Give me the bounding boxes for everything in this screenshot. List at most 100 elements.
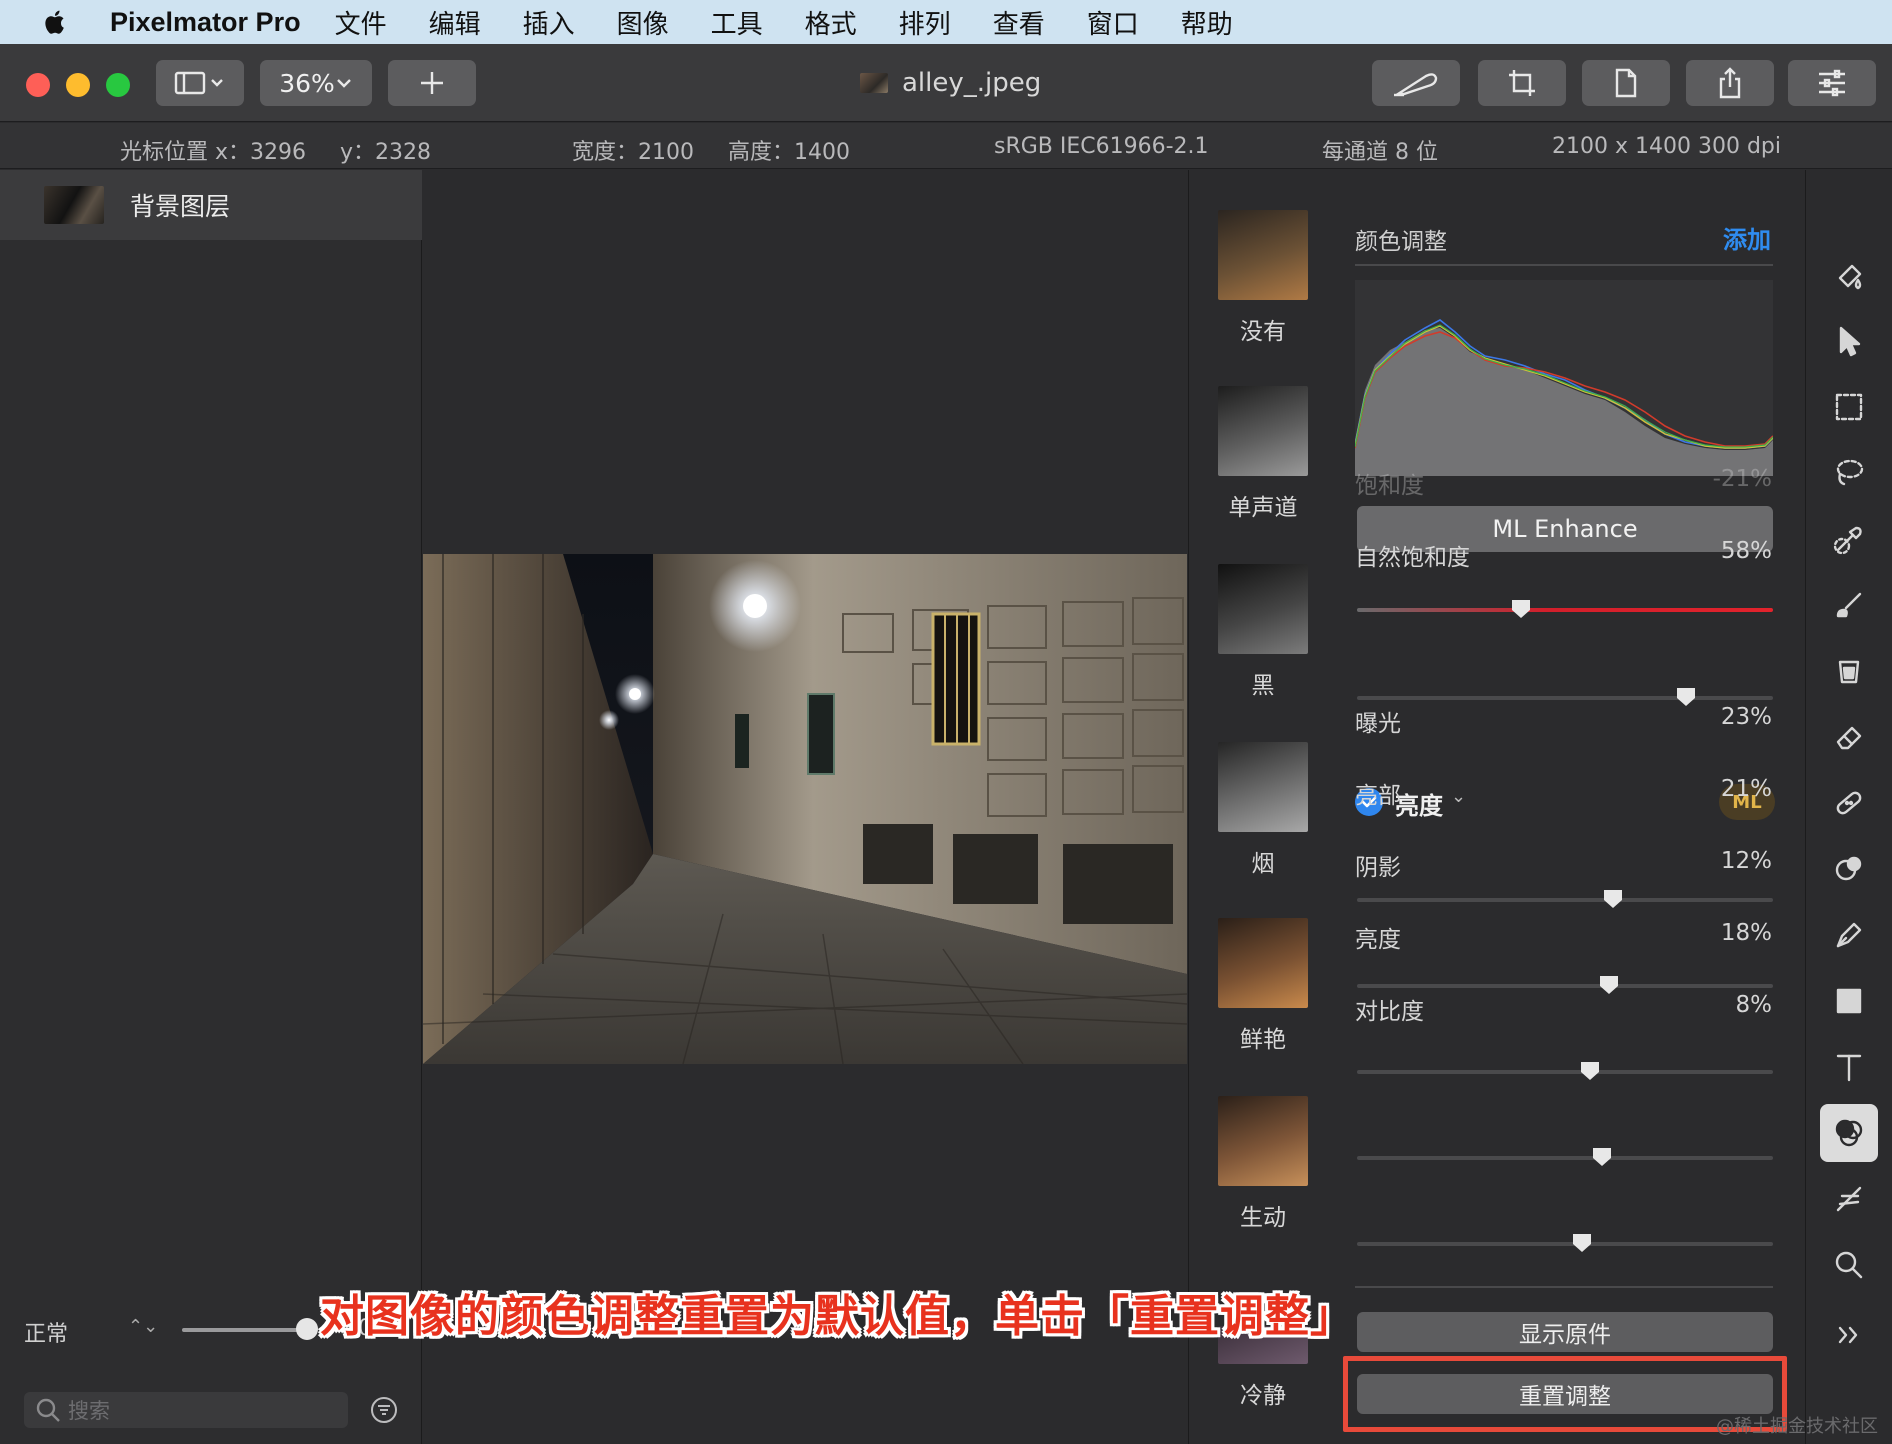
rect-select-icon[interactable] <box>1820 378 1878 436</box>
slider-value-brightness: 18% <box>1720 920 1772 946</box>
brush-icon[interactable] <box>1820 576 1878 634</box>
menu-file[interactable]: 文件 <box>335 4 387 41</box>
apple-icon[interactable] <box>0 0 110 44</box>
close-window-button[interactable] <box>26 73 50 97</box>
document-name: alley_.jpeg <box>902 68 1042 98</box>
add-adjustment-button[interactable]: 添加 <box>1723 220 1771 255</box>
menu-edit[interactable]: 编辑 <box>429 4 481 41</box>
vibrance-slider-knob[interactable] <box>1675 686 1697 708</box>
vibrance-slider-track[interactable] <box>1357 696 1773 700</box>
slider-label-shadows: 阴影 <box>1355 855 1401 881</box>
pen-icon[interactable] <box>1820 906 1878 964</box>
info-bar: 光标位置 x：3296 y：2328 宽度：2100 高度：1400 sRGB … <box>0 123 1892 169</box>
menu-image[interactable]: 图像 <box>617 4 669 41</box>
bandage-icon[interactable] <box>1820 774 1878 832</box>
shape-icon[interactable] <box>1820 972 1878 1030</box>
preset-black[interactable]: 黑 <box>1215 564 1311 700</box>
share-icon <box>1719 67 1741 99</box>
filter-icon[interactable] <box>370 1396 398 1424</box>
resolution-readout: 2100 x 1400 300 dpi <box>1552 134 1782 159</box>
slider-label-highlights: 亮部 <box>1355 783 1401 809</box>
show-original-button[interactable]: 显示原件 <box>1357 1312 1773 1352</box>
fill-icon[interactable] <box>1820 642 1878 700</box>
opacity-slider-track[interactable] <box>182 1328 310 1332</box>
paint-bucket-icon[interactable] <box>1820 246 1878 304</box>
menu-window[interactable]: 窗口 <box>1087 4 1139 41</box>
alley-photo[interactable] <box>423 554 1187 1064</box>
zoom-window-button[interactable] <box>106 73 130 97</box>
crop-button[interactable] <box>1478 60 1566 106</box>
share-button[interactable] <box>1686 60 1774 106</box>
add-button[interactable] <box>388 60 476 106</box>
image-width-readout: 宽度：2100 <box>572 140 694 165</box>
chevron-down-icon[interactable]: ⌄ <box>1451 786 1466 807</box>
opacity-slider-knob[interactable] <box>296 1318 318 1340</box>
sidebar-toggle-button[interactable] <box>156 60 244 106</box>
slider-value-shadows: 12% <box>1720 848 1772 874</box>
slider-value-exposure: 23% <box>1720 704 1772 730</box>
black-thumbnail <box>1218 564 1308 654</box>
menu-bar: Pixelmator Pro 文件 编辑 插入 图像 工具 格式 排列 查看 窗… <box>0 0 1892 44</box>
brightness-slider-track[interactable] <box>1357 1156 1773 1160</box>
up-down-chevron-icon[interactable]: ⌃⌄ <box>128 1316 158 1337</box>
exposure-slider-knob[interactable] <box>1602 888 1624 910</box>
adjust-settings-button[interactable] <box>1788 60 1876 106</box>
slider-label-exposure: 曝光 <box>1355 711 1401 737</box>
layer-row[interactable]: 背景图层 <box>0 170 422 240</box>
slider-value-saturation: -21% <box>1712 466 1772 492</box>
menu-tools[interactable]: 工具 <box>711 4 763 41</box>
exposure-slider-track[interactable] <box>1357 898 1773 902</box>
preset-smoke[interactable]: 烟 <box>1215 742 1311 878</box>
eraser-icon[interactable] <box>1820 708 1878 766</box>
clone-icon[interactable] <box>1820 840 1878 898</box>
divider <box>1355 264 1773 266</box>
menu-view[interactable]: 查看 <box>993 4 1045 41</box>
menu-help[interactable]: 帮助 <box>1181 4 1233 41</box>
sidebar-icon <box>174 71 223 95</box>
zoom-icon[interactable] <box>1820 1236 1878 1294</box>
lively-thumbnail <box>1218 1096 1308 1186</box>
contrast-slider-track[interactable] <box>1357 1242 1773 1246</box>
cursor-x-readout: 光标位置 x：3296 <box>120 140 307 165</box>
more-icon[interactable] <box>1820 1306 1878 1364</box>
preset-label: 黑 <box>1251 673 1275 699</box>
contrast-slider-knob[interactable] <box>1571 1232 1593 1254</box>
preset-mono[interactable]: 单声道 <box>1215 386 1311 522</box>
zoom-dropdown[interactable]: 36% <box>260 60 372 106</box>
brightness-slider-knob[interactable] <box>1591 1146 1613 1168</box>
preset-none[interactable]: 没有 <box>1215 210 1311 346</box>
brush-tool-button[interactable] <box>1372 60 1460 106</box>
color-adjust-icon[interactable] <box>1820 1104 1878 1162</box>
saturation-slider-knob[interactable] <box>1510 598 1532 620</box>
color-picker-icon[interactable] <box>1820 510 1878 568</box>
light-group-title[interactable]: 亮度 <box>1395 786 1443 821</box>
layer-thumbnail <box>44 186 104 224</box>
cursor-y-readout: y：2328 <box>340 140 432 165</box>
sparkle-icon[interactable] <box>1820 1170 1878 1228</box>
tutorial-caption: 对图像的颜色调整重置为默认值，单击「重置调整」 <box>320 1291 1355 1342</box>
arrow-pointer-icon[interactable] <box>1820 312 1878 370</box>
preset-lively[interactable]: 生动 <box>1215 1096 1311 1232</box>
menu-format[interactable]: 格式 <box>805 4 857 41</box>
plus-icon <box>421 72 443 94</box>
text-icon[interactable] <box>1820 1038 1878 1096</box>
sliders-icon <box>1819 69 1845 97</box>
shadows-slider-knob[interactable] <box>1579 1060 1601 1082</box>
highlights-slider-knob[interactable] <box>1598 974 1620 996</box>
menu-insert[interactable]: 插入 <box>523 4 575 41</box>
vivid-thumbnail <box>1218 918 1308 1008</box>
blend-mode-select[interactable]: 正常 <box>24 1316 68 1348</box>
lasso-icon[interactable] <box>1820 444 1878 502</box>
zoom-value: 36% <box>279 68 335 98</box>
divider <box>1355 1286 1773 1288</box>
format-button[interactable] <box>1582 60 1670 106</box>
shadows-slider-track[interactable] <box>1357 1070 1773 1074</box>
highlights-slider-track[interactable] <box>1357 984 1773 988</box>
menu-arrange[interactable]: 排列 <box>899 4 951 41</box>
layer-search-field[interactable]: 搜索 <box>24 1392 348 1428</box>
app-menu[interactable]: Pixelmator Pro <box>110 7 301 38</box>
canvas-area[interactable] <box>423 170 1187 1444</box>
minimize-window-button[interactable] <box>66 73 90 97</box>
preset-vivid[interactable]: 鲜艳 <box>1215 918 1311 1054</box>
saturation-slider-track[interactable] <box>1357 608 1773 612</box>
